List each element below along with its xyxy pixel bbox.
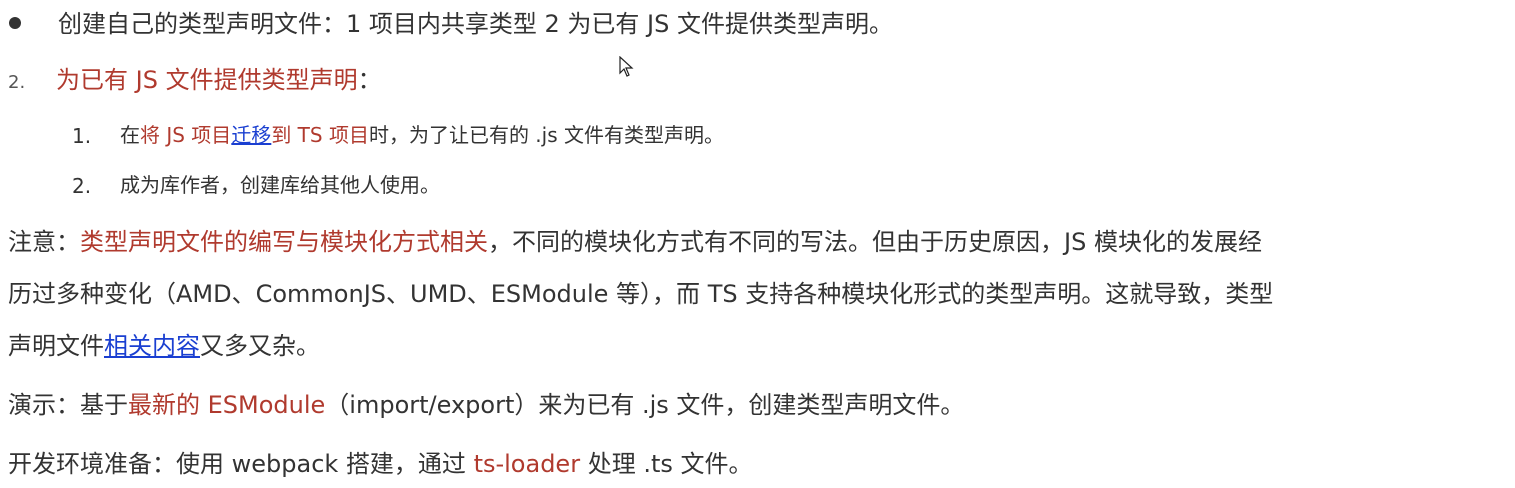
subitem-post: 时，为了让已有的 .js 文件有类型声明。	[368, 123, 725, 147]
bullet-text: 创建自己的类型声明文件：1 项目内共享类型 2 为已有 JS 文件提供类型声明。	[58, 10, 893, 38]
env-paragraph: 开发环境准备：使用 webpack 搭建，通过 ts-loader 处理 .ts…	[8, 452, 753, 476]
demo-paragraph: 演示：基于最新的 ESModule（import/export）来为已有 .js…	[8, 393, 964, 417]
note-paragraph-line: 历过多种变化（AMD、CommonJS、UMD、ESModule 等），而 TS…	[8, 280, 1274, 308]
note-paragraph-line: 声明文件相关内容又多又杂。	[8, 334, 320, 358]
env-label: 开发环境准备：使用 webpack 搭建，通过	[8, 450, 474, 478]
demo-highlight: 最新的 ESModule	[128, 391, 326, 419]
env-rest: 处理 .ts 文件。	[580, 450, 753, 478]
note-label: 注意：	[8, 228, 80, 256]
env-highlight: ts-loader	[473, 450, 581, 478]
note-line3-pre: 声明文件	[8, 332, 104, 360]
note-paragraph-line: 注意：类型声明文件的编写与模块化方式相关，不同的模块化方式有不同的写法。但由于历…	[8, 230, 1262, 254]
subitem-number: 2.	[72, 174, 92, 198]
subitem-highlight-b: 到 TS 项目	[271, 123, 369, 147]
subitem-text: 在将 JS 项目迁移到 TS 项目时，为了让已有的 .js 文件有类型声明。	[120, 124, 724, 146]
section-number: 2.	[8, 72, 26, 93]
subitem-number: 1.	[72, 124, 92, 148]
section-title-highlight: 为已有 JS 文件提供类型声明	[56, 66, 358, 94]
subitem-highlight-a: 将 JS 项目	[140, 123, 232, 147]
subitem-pre: 在	[120, 123, 140, 147]
related-content-link[interactable]: 相关内容	[104, 332, 200, 360]
section-title: 为已有 JS 文件提供类型声明：	[56, 68, 382, 92]
demo-rest: （import/export）来为已有 .js 文件，创建类型声明文件。	[325, 391, 965, 419]
section-title-suffix: ：	[357, 66, 382, 94]
note-line3-post: 又多又杂。	[200, 332, 320, 360]
mouse-pointer-icon	[619, 56, 634, 77]
note-highlight: 类型声明文件的编写与模块化方式相关	[80, 228, 488, 256]
note-line1-rest: ，不同的模块化方式有不同的写法。但由于历史原因，JS 模块化的发展经	[488, 228, 1262, 256]
demo-label: 演示：基于	[8, 391, 128, 419]
bullet-dot-icon	[9, 17, 21, 29]
migrate-link[interactable]: 迁移	[231, 123, 271, 147]
subitem-text: 成为库作者，创建库给其他人使用。	[120, 173, 440, 197]
